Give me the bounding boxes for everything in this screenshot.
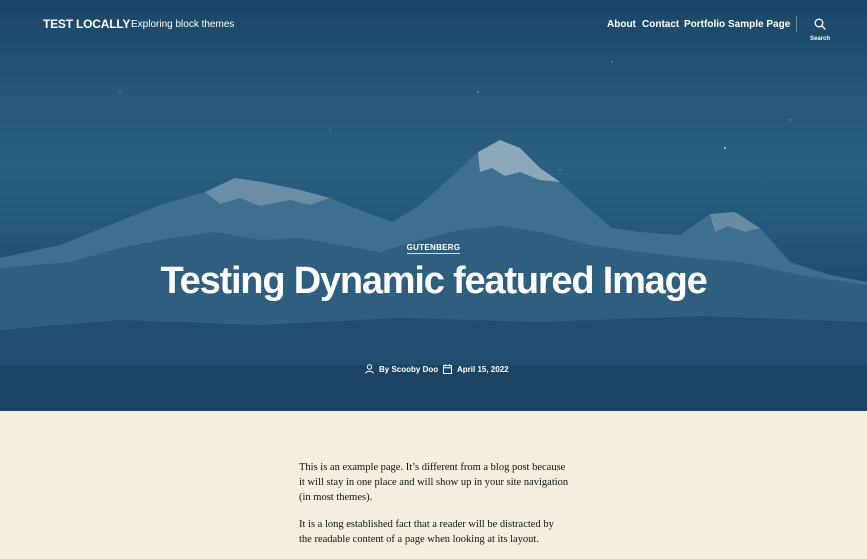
post-content: This is an example page. It’s different … <box>299 460 569 559</box>
category-link[interactable]: GUTENBERG <box>406 243 461 254</box>
date-link[interactable]: April 15, 2022 <box>457 365 509 374</box>
header-divider <box>796 16 797 32</box>
nav-item-contact[interactable]: Contact <box>642 19 679 30</box>
nav-item-sample-page[interactable]: Sample Page <box>728 19 790 30</box>
site-title[interactable]: TEST LOCALLY <box>43 17 130 31</box>
search-toggle-button[interactable]: Search <box>808 17 832 42</box>
author-link[interactable]: By Scooby Doo <box>379 365 438 374</box>
post-date: April 15, 2022 <box>443 364 509 374</box>
hero-cover: TEST LOCALLY Exploring block themes Abou… <box>0 0 867 411</box>
content-paragraph: It is a long established fact that a rea… <box>299 519 554 545</box>
post-category: GUTENBERG <box>0 237 867 255</box>
site-header: TEST LOCALLY Exploring block themes Abou… <box>0 0 867 48</box>
mountain-featured-image <box>0 61 867 411</box>
content-paragraph: This is an example page. It’s different … <box>299 462 569 503</box>
search-label: Search <box>809 36 830 42</box>
user-icon <box>365 364 374 374</box>
calendar-icon <box>443 364 452 374</box>
post-meta: By Scooby Doo April 15, 2022 <box>0 364 867 378</box>
search-icon <box>814 18 826 30</box>
site-tagline: Exploring block themes <box>131 19 235 30</box>
nav-item-portfolio[interactable]: Portfolio <box>684 19 725 30</box>
post-title: Testing Dynamic featured Image <box>160 260 707 302</box>
post-author: By Scooby Doo <box>365 364 438 374</box>
nav-item-about[interactable]: About <box>607 19 636 30</box>
